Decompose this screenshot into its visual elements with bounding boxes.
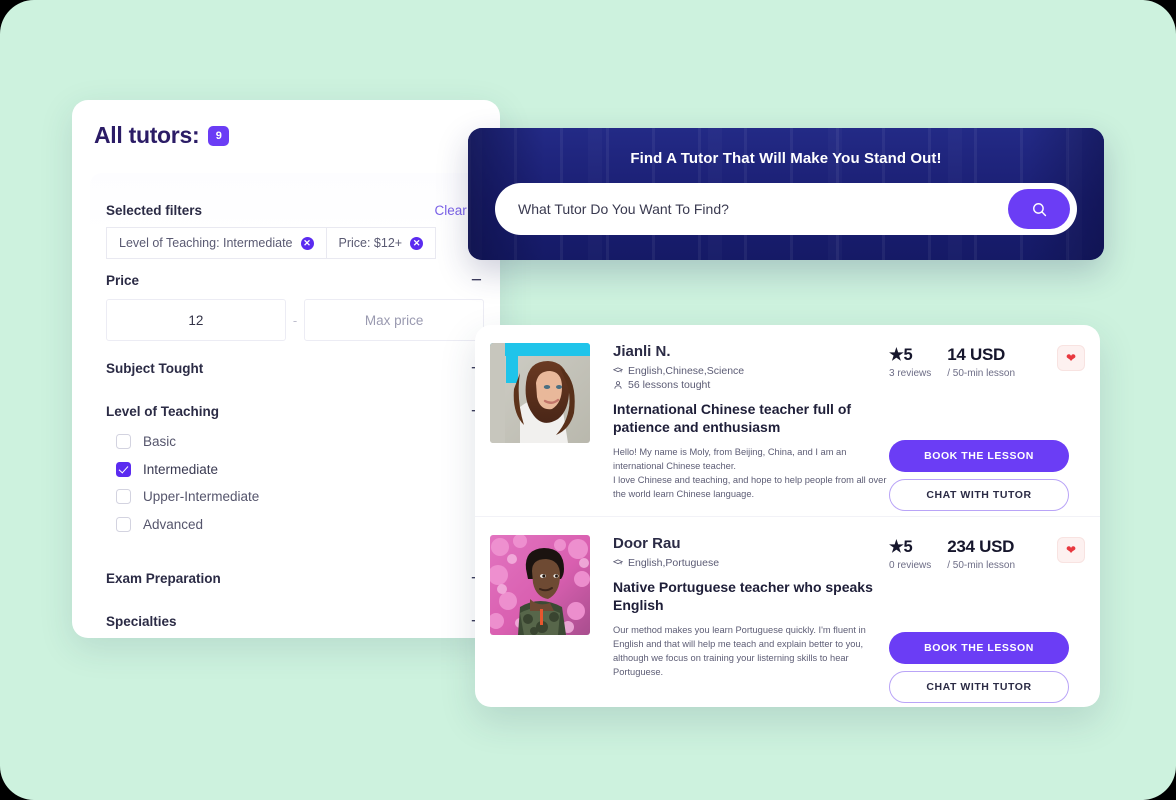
tutor-subjects-text: English,Portuguese (628, 557, 720, 569)
avatar-image-door (490, 535, 590, 635)
max-price-input[interactable] (304, 299, 484, 341)
filter-section-exam-preparation-header[interactable]: Exam Preparation + (106, 563, 484, 593)
book-lesson-button[interactable]: BOOK THE LESSON (889, 632, 1069, 664)
selected-filters-label: Selected filters (106, 203, 203, 218)
favorite-button[interactable]: ❤ (1057, 345, 1085, 371)
tutor-headline: Native Portuguese teacher who speaks Eng… (613, 579, 873, 614)
tutor-avatar (490, 343, 590, 443)
filter-section-title: Specialties (106, 613, 177, 629)
selected-filter-chips: Level of Teaching: Intermediate ✕ Price:… (106, 227, 484, 259)
filter-section-title: Exam Preparation (106, 570, 221, 586)
search-button[interactable] (1008, 189, 1070, 229)
tutor-price-value: 14 USD (947, 345, 1005, 364)
tutor-count-badge: 9 (208, 125, 230, 146)
tutor-description: Our method makes you learn Portuguese qu… (613, 624, 866, 678)
tutor-info: Door Rau English,Portuguese Native Portu… (590, 535, 889, 693)
page-title-text: All tutors: (94, 122, 200, 148)
tutor-subjects-text: English,Chinese,Science (628, 365, 745, 377)
book-lesson-button[interactable]: BOOK THE LESSON (889, 440, 1069, 472)
tutor-name: Jianli N. (613, 343, 671, 360)
favorite-button[interactable]: ❤ (1057, 537, 1085, 563)
tutor-actions: ★5 3 reviews 14 USD / 50-min lesson ❤ BO… (889, 343, 1085, 511)
tutor-rating-value: ★5 (889, 538, 913, 556)
filter-section-specialties-header[interactable]: Specialties + (106, 606, 484, 636)
level-of-teaching-options: Basic Intermediate Upper-Intermediate Ad… (106, 426, 484, 550)
checkbox-icon[interactable] (116, 516, 131, 532)
min-price-input[interactable] (106, 299, 286, 341)
tutor-rating: ★5 3 reviews (889, 345, 931, 379)
search-hero-panel: Find A Tutor That Will Make You Stand Ou… (468, 128, 1104, 260)
filter-section-price-header[interactable]: Price − (106, 265, 484, 295)
heart-icon: ❤ (1065, 351, 1077, 365)
tutor-price-row: ★5 3 reviews 14 USD / 50-min lesson ❤ (889, 345, 1085, 379)
tutor-name: Door Rau (613, 535, 681, 552)
price-separator: - (292, 312, 298, 328)
price-range-row: - (106, 299, 484, 341)
tutor-subjects: English,Portuguese (613, 557, 889, 569)
checkbox-icon[interactable] (116, 489, 131, 505)
filter-body: Selected filters Clear all Level of Teac… (90, 173, 500, 638)
chat-with-tutor-button[interactable]: CHAT WITH TUTOR (889, 479, 1069, 511)
tutor-avatar (490, 535, 590, 635)
heart-icon: ❤ (1065, 543, 1077, 557)
tutor-lessons: 56 lessons tought (613, 379, 889, 391)
filter-chip[interactable]: Level of Teaching: Intermediate ✕ (106, 227, 327, 259)
tutor-description: Hello! My name is Moly, from Beijing, Ch… (613, 446, 887, 500)
tutor-card: Jianli N. English,Chinese,Science 56 les… (475, 325, 1100, 516)
checkbox-row-advanced[interactable]: Advanced (116, 511, 484, 539)
person-icon (614, 381, 622, 389)
tutor-reviews-count: 3 reviews (889, 368, 932, 379)
checkbox-checked-icon[interactable] (116, 461, 131, 477)
checkbox-label: Upper-Intermediate (143, 489, 260, 505)
hero-title: Find A Tutor That Will Make You Stand Ou… (630, 150, 942, 167)
filter-section-level-of-teaching-header[interactable]: Level of Teaching − (106, 396, 484, 426)
tutor-price-row: ★5 0 reviews 234 USD / 50-min lesson ❤ (889, 537, 1085, 571)
close-circle-icon[interactable]: ✕ (300, 236, 314, 250)
tutor-actions: ★5 0 reviews 234 USD / 50-min lesson ❤ B… (889, 535, 1085, 703)
filter-chip[interactable]: Price: $12+ ✕ (326, 227, 437, 259)
checkbox-row-upper-intermediate[interactable]: Upper-Intermediate (116, 483, 484, 511)
filter-chip-label: Price: $12+ (338, 236, 403, 250)
filter-section-title: Level of Teaching (106, 403, 220, 419)
tutor-price-unit: / 50-min lesson (947, 368, 1016, 379)
page-title: All tutors: 9 (72, 100, 500, 149)
tutor-card: Door Rau English,Portuguese Native Portu… (475, 516, 1100, 707)
checkbox-icon[interactable] (116, 434, 131, 450)
tutor-headline: International Chinese teacher full of pa… (613, 401, 852, 436)
chat-with-tutor-button[interactable]: CHAT WITH TUTOR (889, 671, 1069, 703)
filter-section-subject-tought-header[interactable]: Subject Tought + (106, 353, 484, 383)
checkbox-label: Advanced (143, 516, 204, 532)
checkbox-label: Intermediate (143, 461, 219, 477)
checkbox-row-basic[interactable]: Basic (116, 428, 484, 456)
tutor-info: Jianli N. English,Chinese,Science 56 les… (590, 343, 889, 502)
app-root: All tutors: 9 Selected filters Clear all… (0, 0, 1176, 800)
tutor-reviews-count: 0 reviews (889, 560, 932, 571)
search-icon (1032, 202, 1046, 216)
tutor-price: 14 USD / 50-min lesson (947, 345, 1015, 379)
graduation-cap-icon (613, 559, 623, 565)
tutor-list-panel: Jianli N. English,Chinese,Science 56 les… (475, 325, 1100, 707)
graduation-cap-icon (613, 367, 623, 373)
search-input[interactable] (495, 201, 1008, 217)
search-bar (495, 183, 1077, 235)
filter-chip-label: Level of Teaching: Intermediate (119, 236, 293, 250)
tutor-price: 234 USD / 50-min lesson (947, 537, 1015, 571)
minus-icon[interactable]: − (469, 271, 484, 290)
tutor-subjects: English,Chinese,Science (613, 365, 889, 377)
selected-filters-header: Selected filters Clear all (106, 203, 484, 218)
tutor-rating: ★5 0 reviews (889, 537, 931, 571)
filter-panel: All tutors: 9 Selected filters Clear all… (72, 100, 500, 638)
checkbox-row-intermediate[interactable]: Intermediate (116, 456, 484, 484)
tutor-rating-value: ★5 (889, 346, 913, 364)
tutor-price-unit: / 50-min lesson (947, 560, 1016, 571)
close-circle-icon[interactable]: ✕ (410, 236, 424, 250)
filter-section-title: Subject Tought (106, 360, 204, 376)
avatar-image-jianli (490, 343, 590, 443)
checkbox-label: Basic (143, 434, 177, 450)
filter-section-title: Price (106, 272, 140, 288)
tutor-lessons-text: 56 lessons tought (628, 379, 711, 391)
tutor-price-value: 234 USD (947, 537, 1015, 556)
